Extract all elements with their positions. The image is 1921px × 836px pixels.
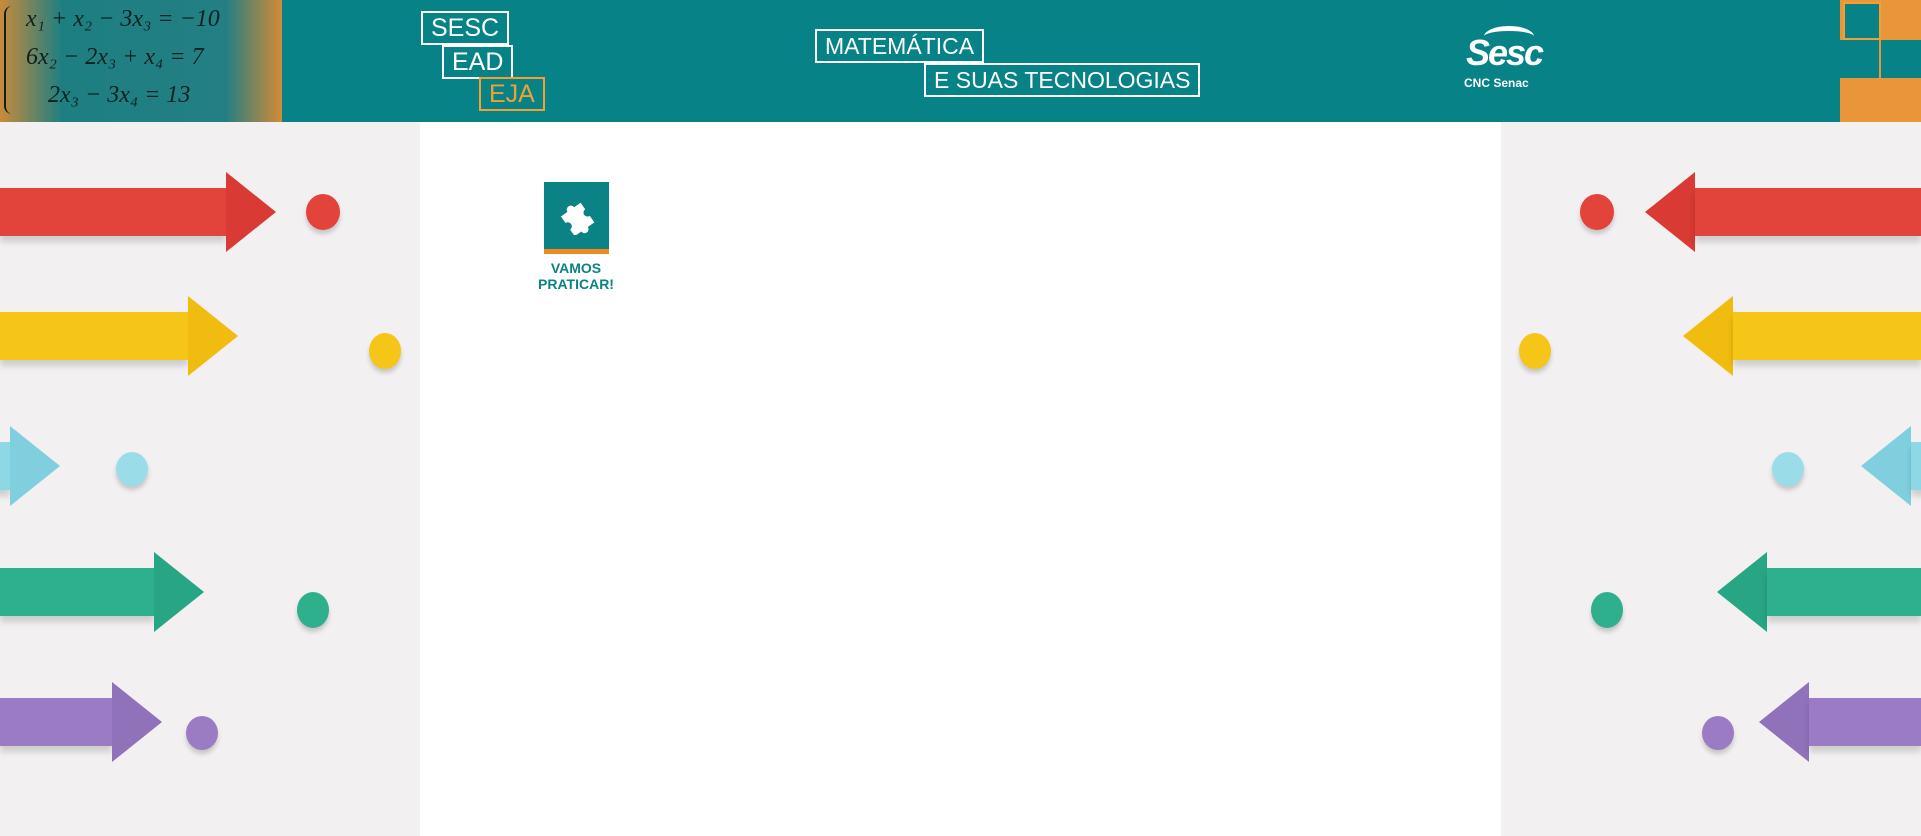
- header-banner: x₁ + x₂ − 3x₃ = −10 6x₂ − 2x₃ + x₄ = 7 2…: [0, 0, 1921, 122]
- arrow-green: [0, 552, 204, 632]
- arrow-lightblue: [1861, 426, 1921, 506]
- arrow-purple: [0, 682, 162, 762]
- deco-square: [1843, 2, 1881, 40]
- dot-purple: [1702, 716, 1734, 750]
- equation-line-1: x₁ + x₂ − 3x₃ = −10: [26, 6, 220, 32]
- dot-lightblue: [116, 452, 148, 486]
- vamos-praticar-badge[interactable]: VAMOS PRATICAR!: [531, 182, 621, 292]
- equation-image: x₁ + x₂ − 3x₃ = −10 6x₂ − 2x₃ + x₄ = 7 2…: [0, 0, 282, 122]
- dot-green: [1591, 592, 1623, 628]
- dot-red: [1580, 194, 1614, 230]
- logo-sub: CNC Senac: [1464, 76, 1529, 90]
- corner-decoration: [1840, 0, 1921, 122]
- deco-square: [1840, 40, 1879, 78]
- equation-line-3: 2x₃ − 3x₄ = 13: [48, 82, 191, 108]
- equation-brace: [4, 6, 14, 114]
- arrow-green: [1717, 552, 1921, 632]
- dot-green: [297, 592, 329, 628]
- brand-box-ead: EAD: [442, 45, 514, 79]
- practice-label-line1: VAMOS: [550, 260, 602, 276]
- arrow-red: [0, 172, 276, 252]
- practice-label: VAMOS PRATICAR!: [531, 260, 621, 292]
- dot-yellow: [369, 333, 401, 369]
- arrow-red: [1645, 172, 1921, 252]
- arrow-yellow: [1683, 296, 1921, 376]
- equation-line-2: 6x₂ − 2x₃ + x₄ = 7: [26, 44, 204, 70]
- arrow-purple: [1759, 682, 1921, 762]
- deco-square: [1881, 40, 1921, 78]
- brand-box-eja: EJA: [479, 77, 545, 111]
- dot-yellow: [1519, 333, 1551, 369]
- sesc-logo: Sesc CNC Senac: [1462, 24, 1552, 94]
- left-decoration-arrows: [0, 122, 420, 836]
- puzzle-piece-icon: [560, 202, 594, 235]
- brand-box-sesc: SESC: [421, 11, 510, 45]
- arrow-lightblue: [0, 426, 60, 506]
- dot-purple: [186, 716, 218, 750]
- logo-word: Sesc: [1466, 32, 1544, 73]
- main-content: VAMOS PRATICAR!: [420, 122, 1501, 836]
- subject-title-line2: E SUAS TECNOLOGIAS: [924, 63, 1201, 97]
- right-decoration-arrows: [1501, 122, 1921, 836]
- practice-label-line2: PRATICAR!: [538, 276, 614, 292]
- practice-tile[interactable]: [543, 182, 609, 254]
- dot-lightblue: [1772, 452, 1804, 486]
- dot-red: [306, 194, 340, 230]
- subject-title-line1: MATEMÁTICA: [815, 29, 985, 63]
- arrow-yellow: [0, 296, 238, 376]
